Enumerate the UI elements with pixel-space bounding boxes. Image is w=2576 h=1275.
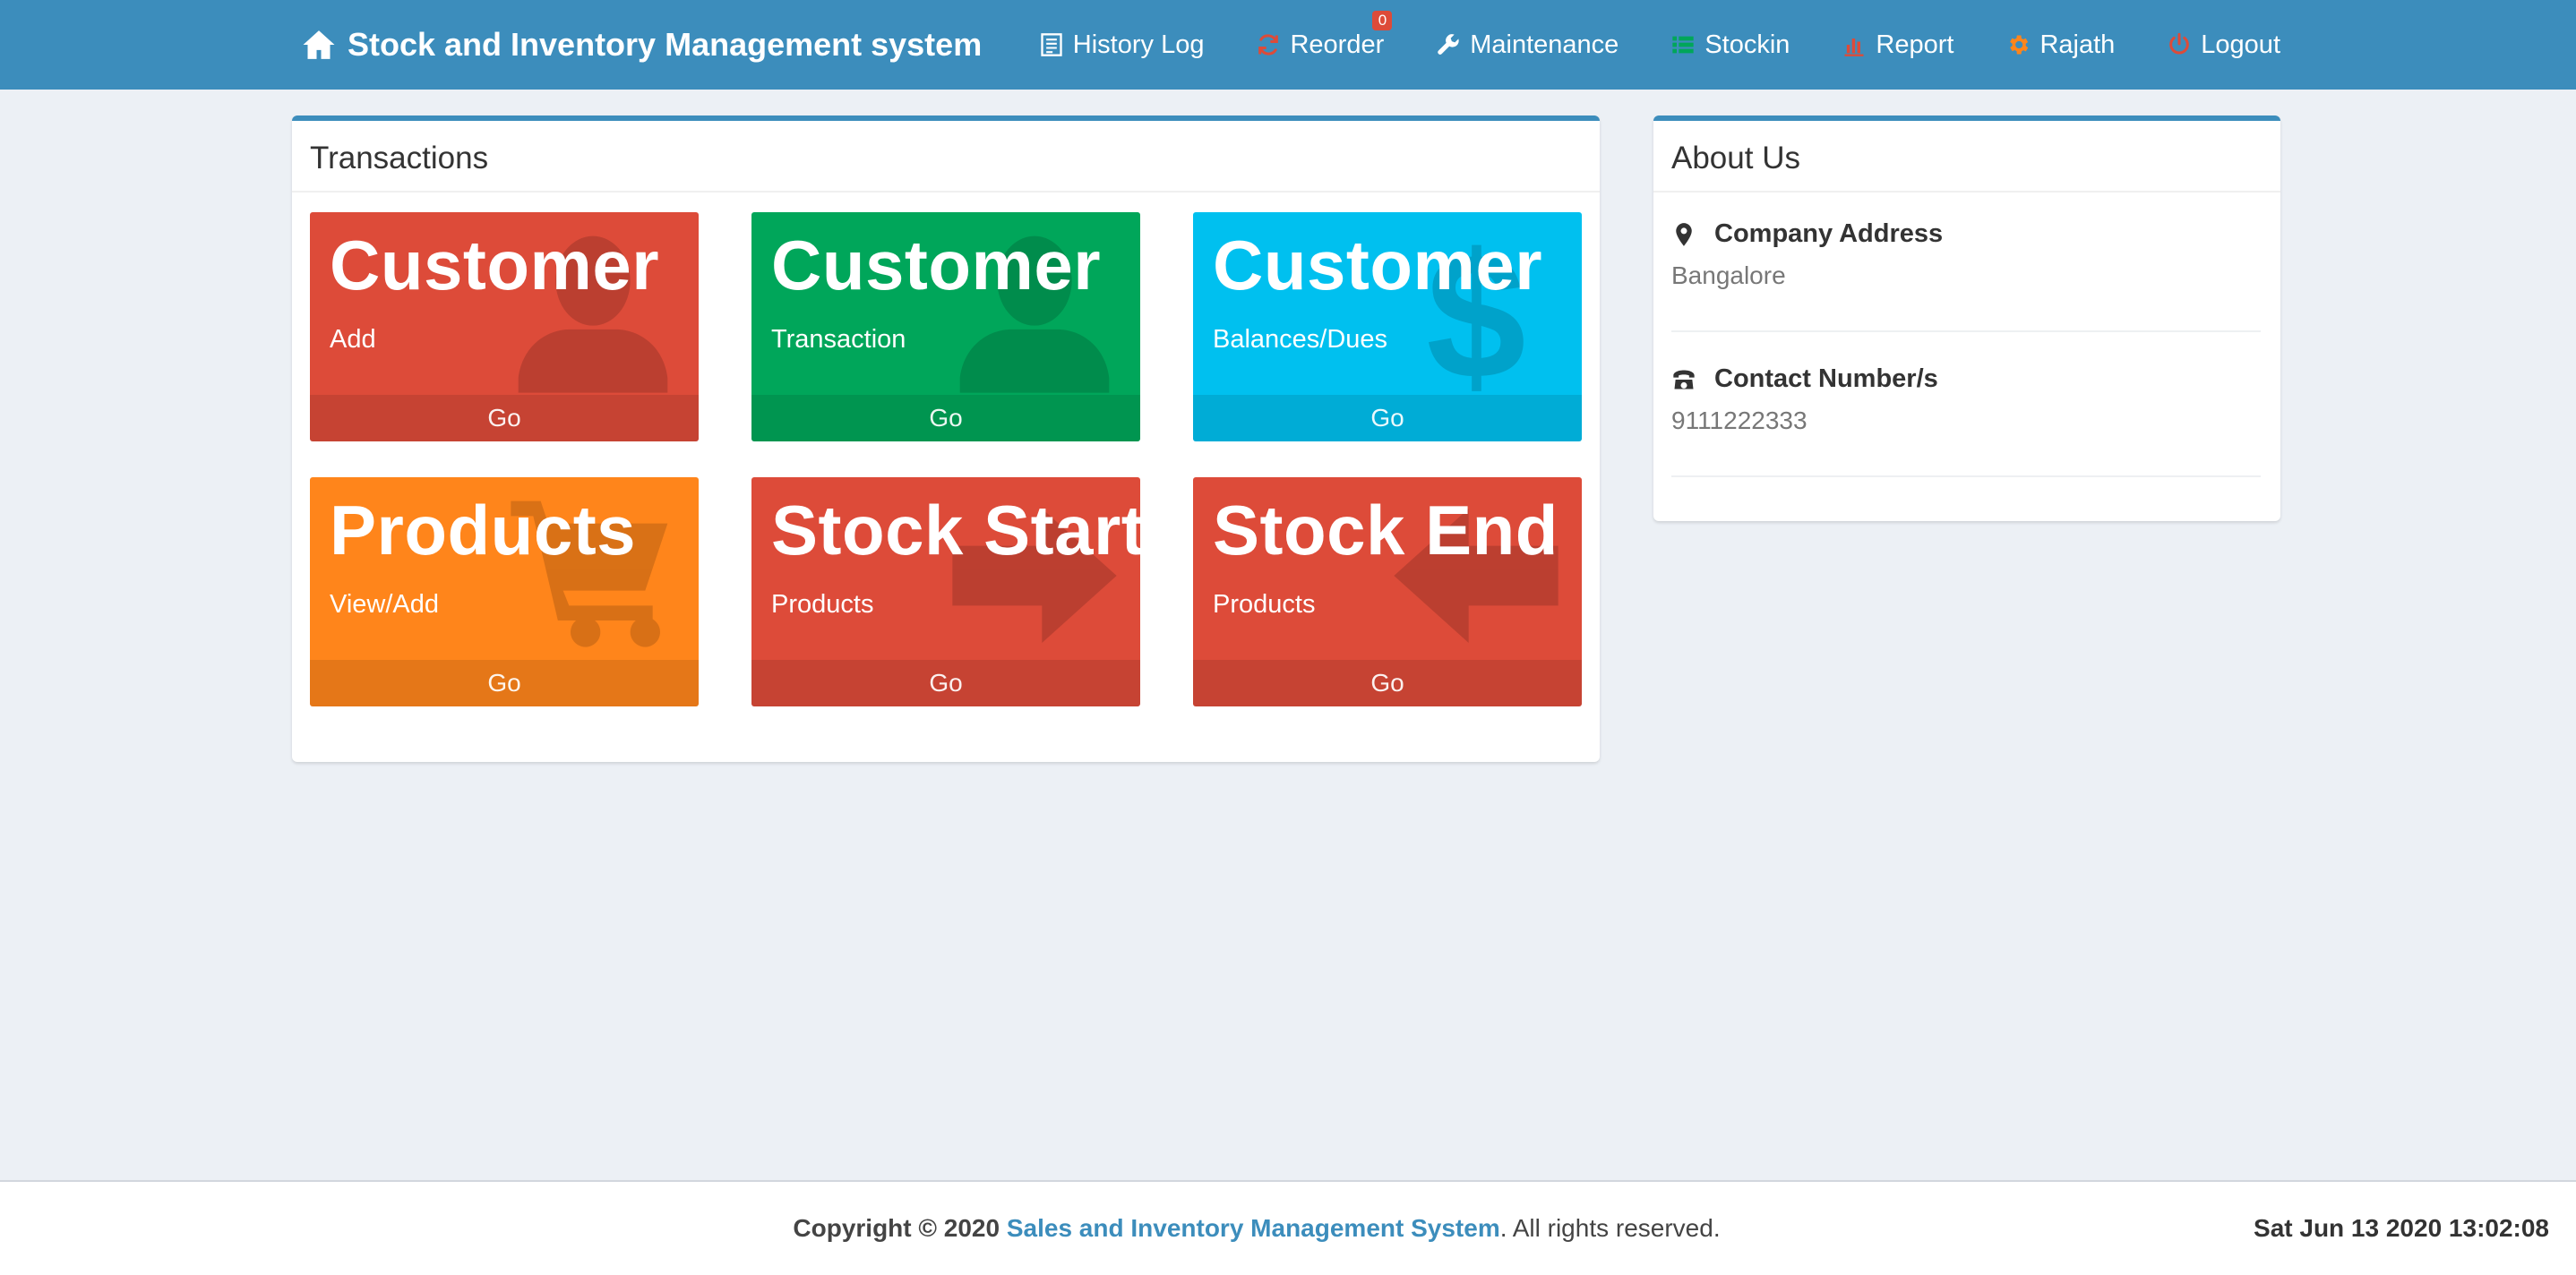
refresh-icon — [1258, 34, 1279, 56]
nav-history-log-label: History Log — [1072, 30, 1205, 59]
tile-go-link[interactable]: Go — [1193, 660, 1582, 706]
tile-go-link[interactable]: Go — [310, 660, 699, 706]
tile-go-link[interactable]: Go — [751, 660, 1140, 706]
tile-go-link[interactable]: Go — [310, 395, 699, 441]
contact-number-heading: Contact Number/s — [1671, 364, 2261, 394]
nav-report[interactable]: Report — [1842, 30, 1953, 60]
copyright-suffix: . All rights reserved. — [1499, 1214, 1721, 1242]
tile-go-link[interactable]: Go — [751, 395, 1140, 441]
bar-chart-icon — [1844, 39, 1864, 56]
tile-customer-transaction[interactable]: Customer Transaction Go — [751, 212, 1140, 441]
tile-subtitle: Balances/Dues — [1213, 325, 1388, 354]
tile-title: Customer — [771, 226, 1102, 304]
reorder-count-badge: 0 — [1372, 10, 1393, 30]
nav-logout[interactable]: Logout — [2167, 30, 2280, 60]
nav-stockin[interactable]: Stockin — [1670, 30, 1790, 60]
power-icon — [2169, 32, 2190, 55]
nav-maintenance[interactable]: Maintenance — [1436, 30, 1619, 60]
tile-subtitle: Products — [771, 590, 874, 619]
nav-user-label: Rajath — [2039, 30, 2116, 59]
about-us-title: About Us — [1653, 121, 2280, 193]
copyright-text: Copyright © 2020 Sales and Inventory Man… — [0, 1182, 2576, 1275]
brand-link[interactable]: Stock and Inventory Management system — [301, 0, 982, 90]
nav-maintenance-label: Maintenance — [1470, 30, 1619, 59]
tile-title: Stock End — [1213, 491, 1558, 569]
table-list-icon — [1672, 36, 1694, 54]
tile-subtitle: View/Add — [330, 590, 439, 619]
contact-number-block: Contact Number/s 9111222333 — [1671, 364, 2261, 477]
tile-products[interactable]: Products View/Add Go — [310, 477, 699, 706]
tile-subtitle: Products — [1213, 590, 1316, 619]
phone-icon — [1673, 370, 1695, 389]
top-navbar: Stock and Inventory Management system Hi… — [0, 0, 2576, 90]
tile-title: Products — [330, 491, 637, 569]
map-marker-icon — [1676, 222, 1692, 246]
tile-stock-end[interactable]: Stock End Products Go — [1193, 477, 1582, 706]
tile-subtitle: Transaction — [771, 325, 906, 354]
company-link[interactable]: Sales and Inventory Management System — [1007, 1214, 1500, 1242]
contact-number-value: 9111222333 — [1671, 406, 1807, 434]
nav-history-log[interactable]: History Log — [1039, 30, 1205, 60]
nav-menu: History Log Reorder 0 Maintenance Stocki… — [1039, 0, 2280, 90]
tile-customer-balances[interactable]: $ Customer Balances/Dues Go — [1193, 212, 1582, 441]
home-icon — [303, 30, 335, 59]
transactions-title: Transactions — [292, 121, 1600, 193]
nav-stockin-label: Stockin — [1704, 30, 1790, 59]
tile-title: Customer — [1213, 226, 1543, 304]
tile-customer-add[interactable]: Customer Add Go — [310, 212, 699, 441]
tile-go-link[interactable]: Go — [1193, 395, 1582, 441]
contact-number-label: Contact Number/s — [1714, 364, 1938, 393]
about-us-box: About Us Company Address Bangalore Conta… — [1653, 116, 2280, 521]
tile-stock-start[interactable]: Stock Start Products Go — [751, 477, 1140, 706]
company-address-value: Bangalore — [1671, 261, 1786, 289]
nav-report-label: Report — [1876, 30, 1954, 59]
nav-reorder-label: Reorder — [1290, 30, 1385, 59]
company-address-heading: Company Address — [1671, 219, 2261, 249]
current-datetime: Sat Jun 13 2020 13:02:08 — [2254, 1214, 2549, 1242]
transactions-box: Transactions Customer Add Go Customer Tr… — [292, 116, 1600, 762]
brand-title: Stock and Inventory Management system — [348, 26, 983, 63]
tile-subtitle: Add — [330, 325, 376, 354]
gear-icon — [2010, 35, 2029, 55]
nav-logout-label: Logout — [2201, 30, 2280, 59]
tile-title: Stock Start — [771, 491, 1140, 569]
company-address-label: Company Address — [1714, 219, 1944, 248]
nav-user-menu[interactable]: Rajath — [2005, 30, 2115, 60]
wrench-icon — [1438, 34, 1459, 55]
copyright-prefix: Copyright © 2020 — [793, 1214, 1000, 1242]
page-footer: Copyright © 2020 Sales and Inventory Man… — [0, 1180, 2576, 1275]
tile-title: Customer — [330, 226, 660, 304]
company-address-block: Company Address Bangalore — [1671, 219, 2261, 332]
nav-reorder[interactable]: Reorder 0 — [1256, 10, 1393, 60]
list-icon — [1041, 33, 1062, 56]
